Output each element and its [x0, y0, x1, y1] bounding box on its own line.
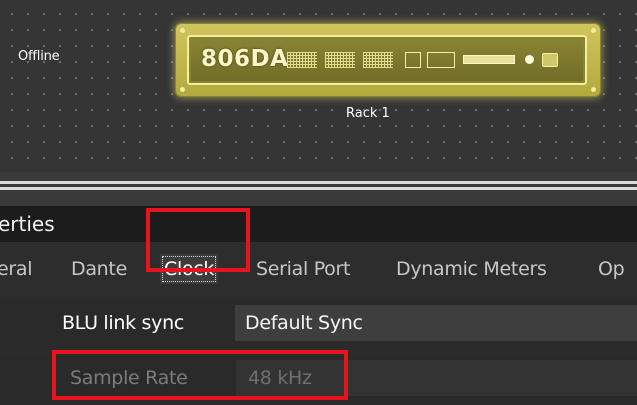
screw-icon: [180, 87, 185, 92]
port-icon: [405, 52, 421, 68]
rack-label: Rack 1: [346, 106, 390, 121]
device-806da[interactable]: 806DA: [176, 24, 600, 96]
screw-icon: [591, 28, 596, 33]
connector-icon: [542, 53, 558, 67]
device-name: 806DA: [201, 46, 289, 72]
tab-serial-port[interactable]: Serial Port: [256, 254, 350, 284]
input-grid-icon: [325, 52, 355, 68]
tab-dante[interactable]: Dante: [71, 254, 127, 284]
blu-link-sync-row: BLU link sync Default Sync: [0, 300, 637, 346]
properties-panel-title: erties: [0, 206, 637, 242]
clock-tab-highlight-box: [146, 208, 250, 272]
blu-link-sync-label: BLU link sync: [62, 312, 184, 334]
output-grid-icon: [363, 52, 393, 68]
status-led-icon: [525, 55, 534, 64]
tab-general[interactable]: eral: [0, 254, 33, 284]
device-faceplate: 806DA: [187, 35, 587, 85]
pane-splitter[interactable]: [0, 172, 637, 206]
port-icon: [427, 52, 455, 68]
tab-dynamic-meters[interactable]: Dynamic Meters: [396, 254, 547, 284]
splitter-line: [0, 187, 637, 190]
tab-options[interactable]: Op: [598, 254, 625, 284]
screw-icon: [180, 28, 185, 33]
offline-status-label: Offline: [18, 49, 60, 64]
splitter-line: [0, 181, 637, 184]
blu-link-sync-dropdown[interactable]: Default Sync: [235, 305, 637, 341]
meter-bar-icon: [463, 55, 515, 64]
design-canvas[interactable]: Offline 806DA Rack 1: [0, 0, 637, 172]
screw-icon: [591, 87, 596, 92]
panel-title-text: erties: [0, 212, 55, 236]
input-grid-icon: [287, 52, 317, 68]
properties-tab-bar: eral Dante Clock Serial Port Dynamic Met…: [0, 242, 637, 296]
sample-rate-highlight-box: [52, 350, 348, 400]
